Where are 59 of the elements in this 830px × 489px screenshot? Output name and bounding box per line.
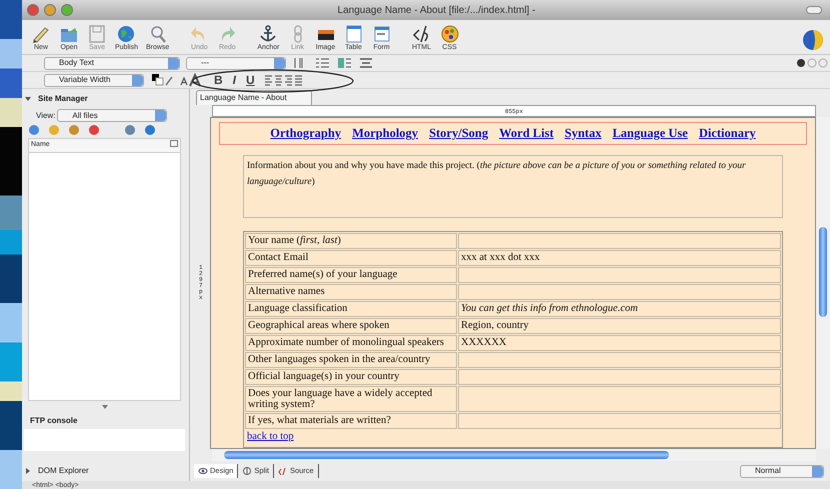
collapse-triangle-icon[interactable]	[24, 95, 32, 103]
anchor-icon	[258, 24, 278, 44]
table-cell: Other languages spoken in the area/country	[245, 352, 457, 368]
nav-link[interactable]: Orthography	[270, 124, 342, 143]
form-icon	[372, 24, 392, 44]
nav-link[interactable]: Language Use	[612, 124, 688, 143]
view-select[interactable]: All files	[57, 109, 168, 122]
table-cell: Contact Email	[245, 250, 457, 266]
heading-select[interactable]: ---	[186, 56, 286, 70]
table-cell: Preferred name(s) of your language	[245, 266, 457, 283]
window-title: Language Name - About [file:/.../index.html] -	[336, 4, 536, 18]
nav-link[interactable]: Syntax	[564, 124, 602, 143]
status-indicator-icon	[796, 57, 830, 69]
indent-icon[interactable]	[336, 55, 352, 71]
horizontal-scrollbar[interactable]	[212, 449, 816, 461]
window-control-button[interactable]	[61, 4, 73, 16]
panel-title: DOM Explorer	[37, 465, 89, 477]
table-cell: You can get this info from ethnologue.com	[458, 300, 781, 317]
expand-triangle-icon[interactable]	[24, 467, 32, 475]
table-cell: Alternative names	[245, 284, 457, 300]
table-cell: Approximate number of monolingual speakers	[245, 334, 457, 351]
table-cell: Geographical areas where spoken	[245, 318, 457, 334]
window-control-button[interactable]	[44, 4, 56, 16]
palette-icon	[440, 24, 460, 44]
format-button[interactable]: B	[212, 74, 225, 86]
table-cell: Does your language have a widely accepted writing system?	[245, 386, 457, 412]
table-cell: Official language(s) in your country	[245, 368, 457, 385]
table-icon	[344, 24, 364, 44]
panel-title: FTP console	[29, 415, 78, 427]
eye-icon	[198, 466, 208, 476]
text-align-icon[interactable]	[262, 73, 303, 87]
mode-select[interactable]: Normal	[740, 464, 824, 478]
intro-text: Information about you and why you have made this project. (the picture above can be a picture of you or something related to your language/culture)	[243, 154, 783, 218]
panel-title: Site Manager	[37, 93, 88, 105]
splitter-icon[interactable]	[102, 404, 108, 409]
table-cell: xxx at xxx dot xxx	[458, 250, 781, 266]
nav-link[interactable]: Story/Song	[429, 124, 488, 143]
column-picker-icon[interactable]	[170, 140, 178, 147]
code-icon	[278, 466, 288, 476]
toolbar-toggle-button[interactable]	[806, 6, 822, 14]
nav-link[interactable]: Word List	[499, 124, 554, 143]
window-control-button[interactable]	[27, 4, 39, 16]
format-button[interactable]: I	[230, 74, 238, 86]
table-cell: Your name (first, last)	[245, 232, 457, 249]
table-cell: Region, country	[458, 318, 781, 334]
vertical-scrollbar[interactable]	[816, 117, 830, 449]
format-button[interactable]: U	[244, 74, 257, 86]
view-label: View:	[36, 110, 56, 122]
nav-link[interactable]: Dictionary	[698, 124, 756, 143]
paragraph-style-select[interactable]: Body Text	[44, 56, 180, 70]
font-select[interactable]: Variable Width	[44, 74, 144, 86]
text-color-icon[interactable]	[150, 73, 174, 87]
back-to-top-link[interactable]: back to top	[247, 431, 294, 442]
table-cell: If yes, what materials are written?	[245, 413, 457, 429]
split-view-icon	[242, 466, 252, 476]
nav-link[interactable]: Morphology	[352, 124, 418, 143]
table-cell: XXXXXX	[458, 334, 781, 351]
table-cell: Language classification	[245, 300, 457, 317]
document-tab[interactable]: Language Name - About	[196, 90, 312, 105]
